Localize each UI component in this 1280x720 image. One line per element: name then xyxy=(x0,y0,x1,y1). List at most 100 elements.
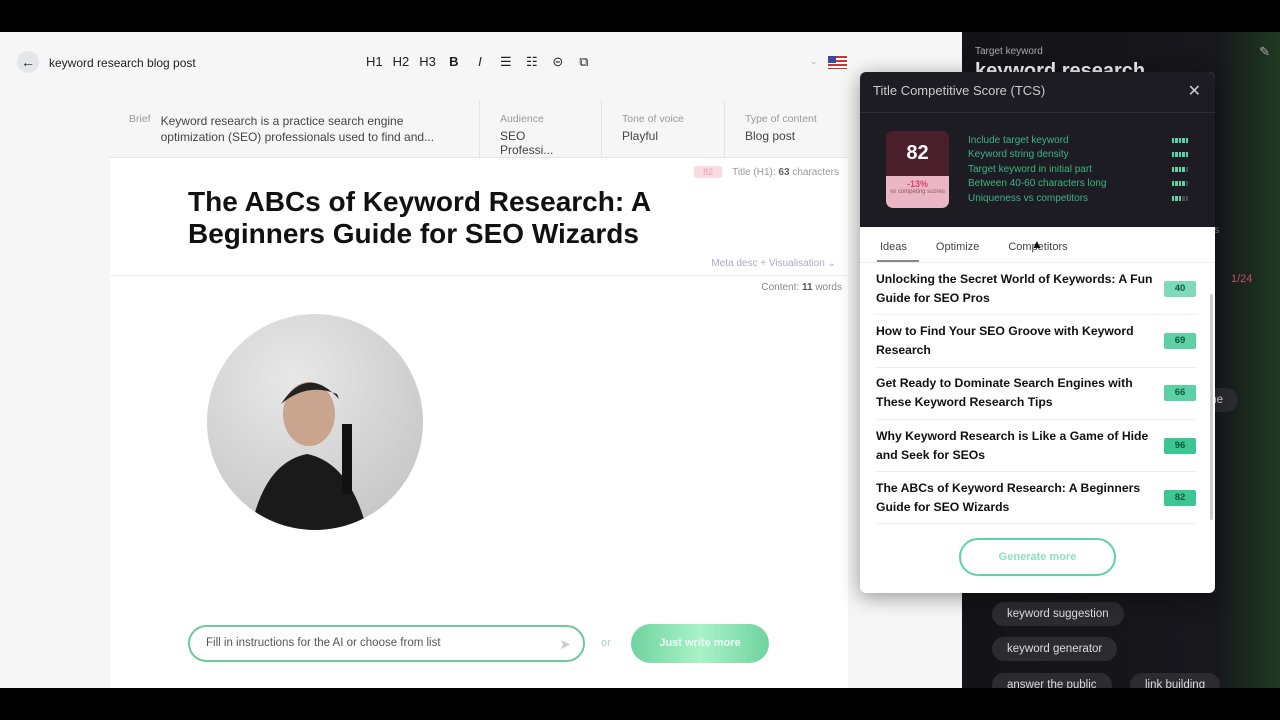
italic-button[interactable]: I xyxy=(472,54,488,70)
level-segment xyxy=(1185,195,1188,201)
score-card: 82 -13% vs competing scores xyxy=(886,131,949,208)
criterion-label: Uniqueness vs competitors xyxy=(968,192,1089,204)
bullet-list-icon[interactable]: ☷ xyxy=(524,54,540,70)
level-segment xyxy=(1178,195,1182,201)
level-segment xyxy=(1172,195,1175,201)
chevron-down-icon[interactable]: ⌄ xyxy=(810,56,818,67)
score-delta: -13% xyxy=(906,179,928,189)
keyword-chip[interactable]: link building xyxy=(1130,673,1221,688)
content-suffix: words xyxy=(815,282,842,293)
level-segment xyxy=(1178,152,1182,158)
level-segment xyxy=(1178,181,1182,187)
ai-input-placeholder: Fill in instructions for the AI or choos… xyxy=(206,637,441,649)
level-segment xyxy=(1175,137,1178,143)
tcs-header: Title Competitive Score (TCS) ✕ 82 -13% v… xyxy=(860,72,1215,227)
h2-button[interactable]: H2 xyxy=(393,54,410,70)
tone-value: Playful xyxy=(622,129,659,143)
type-cell[interactable]: Type of content Blog post xyxy=(725,100,848,157)
level-segment xyxy=(1185,152,1188,158)
arrow-left-icon: ← xyxy=(21,54,35,70)
or-label: or xyxy=(601,637,611,649)
h1-button[interactable]: H1 xyxy=(366,54,383,70)
brief-cell[interactable]: Brief Keyword research is a practice sear… xyxy=(110,100,480,157)
content-word-count: 11 xyxy=(801,282,813,293)
back-button[interactable]: ← xyxy=(17,51,39,73)
idea-title: How to Find Your SEO Groove with Keyword… xyxy=(876,323,1134,357)
tone-cell[interactable]: Tone of voice Playful xyxy=(602,100,725,157)
level-segment xyxy=(1182,152,1185,158)
mouse-cursor-icon: ▲ xyxy=(1031,237,1043,251)
close-icon[interactable]: ✕ xyxy=(1188,81,1201,101)
idea-item[interactable]: Unlocking the Secret World of Keywords: … xyxy=(876,263,1196,316)
idea-title: Get Ready to Dominate Search Engines wit… xyxy=(876,376,1133,410)
criterion-label: Between 40-60 characters long xyxy=(968,178,1107,190)
idea-item[interactable]: How to Find Your SEO Groove with Keyword… xyxy=(876,315,1196,368)
criterion-row: Keyword string density xyxy=(968,148,1188,163)
meta-desc-toggle[interactable]: Meta desc + Visualisation ⌄ xyxy=(711,258,836,269)
brief-label: Brief xyxy=(129,113,151,125)
title-score-badge[interactable]: 82 xyxy=(694,166,723,178)
keyword-counter: 1/24 xyxy=(1231,273,1253,285)
level-segment xyxy=(1175,181,1178,187)
level-segment xyxy=(1175,166,1178,172)
send-icon[interactable]: ➤ xyxy=(559,636,571,653)
level-segment xyxy=(1182,166,1185,172)
idea-title: Why Keyword Research is Like a Game of H… xyxy=(876,428,1149,462)
document-title[interactable]: keyword research blog post xyxy=(49,56,196,70)
criterion-label: Target keyword in initial part xyxy=(968,163,1092,175)
tab-optimize[interactable]: Optimize xyxy=(933,227,991,262)
criterion-level-bar xyxy=(1172,181,1188,187)
bold-button[interactable]: B xyxy=(446,54,462,70)
article-title[interactable]: The ABCs of Keyword Research: A Beginner… xyxy=(188,186,708,250)
keyword-chip[interactable]: answer the public xyxy=(992,673,1112,688)
editor: Brief Keyword research is a practice sear… xyxy=(110,100,848,688)
tcs-score: 82 xyxy=(886,131,949,176)
scrollbar[interactable] xyxy=(1210,294,1213,520)
level-segment xyxy=(1172,181,1175,187)
divider xyxy=(110,275,848,276)
criterion-label: Include target keyword xyxy=(968,134,1069,146)
brief-bar: Brief Keyword research is a practice sear… xyxy=(110,100,848,158)
criterion-level-bar xyxy=(1172,152,1188,158)
generate-more-button[interactable]: Generate more xyxy=(959,538,1116,576)
level-segment xyxy=(1185,181,1188,187)
audience-value: SEO Professi... xyxy=(500,129,554,157)
level-segment xyxy=(1172,152,1175,158)
idea-item[interactable]: The ABCs of Keyword Research: A Beginner… xyxy=(876,472,1196,525)
h3-button[interactable]: H3 xyxy=(419,54,436,70)
criterion-level-bar xyxy=(1172,166,1188,172)
idea-score-badge: 69 xyxy=(1164,332,1196,349)
idea-title: The ABCs of Keyword Research: A Beginner… xyxy=(876,480,1141,514)
level-segment xyxy=(1182,195,1185,201)
copy-icon[interactable]: ⧉ xyxy=(576,54,592,70)
content-meta: Content: 11 words xyxy=(761,282,842,293)
title-meta-suffix: characters xyxy=(792,166,839,178)
level-segment xyxy=(1185,166,1188,172)
idea-score-badge: 82 xyxy=(1164,489,1196,506)
tab-ideas[interactable]: Ideas xyxy=(877,227,919,262)
ideas-list: Unlocking the Secret World of Keywords: … xyxy=(876,263,1196,525)
idea-score-badge: 40 xyxy=(1164,280,1196,297)
delta-label: vs competing scores xyxy=(890,189,945,195)
ai-instructions-input[interactable]: Fill in instructions for the AI or choos… xyxy=(188,625,585,662)
level-segment xyxy=(1175,195,1178,201)
type-value: Blog post xyxy=(745,129,796,143)
idea-score-badge: 96 xyxy=(1164,437,1196,454)
webcam-video xyxy=(207,314,423,530)
level-segment xyxy=(1185,137,1188,143)
audience-cell[interactable]: Audience SEO Professi... xyxy=(480,100,602,157)
level-segment xyxy=(1175,152,1178,158)
keyword-chip[interactable]: keyword suggestion xyxy=(992,602,1124,626)
level-segment xyxy=(1178,137,1182,143)
just-write-more-button[interactable]: Just write more xyxy=(631,624,769,663)
edit-icon[interactable]: ✎ xyxy=(1259,44,1270,60)
brief-text: Keyword research is a practice search en… xyxy=(160,114,435,144)
criterion-level-bar xyxy=(1172,137,1188,143)
idea-item[interactable]: Get Ready to Dominate Search Engines wit… xyxy=(876,368,1196,420)
us-flag-icon[interactable] xyxy=(828,56,847,69)
idea-item[interactable]: Why Keyword Research is Like a Game of H… xyxy=(876,420,1196,473)
modal-title: Title Competitive Score (TCS) xyxy=(873,83,1046,98)
ordered-list-icon[interactable]: ☰ xyxy=(498,54,514,70)
link-icon[interactable]: ⊝ xyxy=(550,54,566,70)
keyword-chip[interactable]: keyword generator xyxy=(992,637,1118,661)
